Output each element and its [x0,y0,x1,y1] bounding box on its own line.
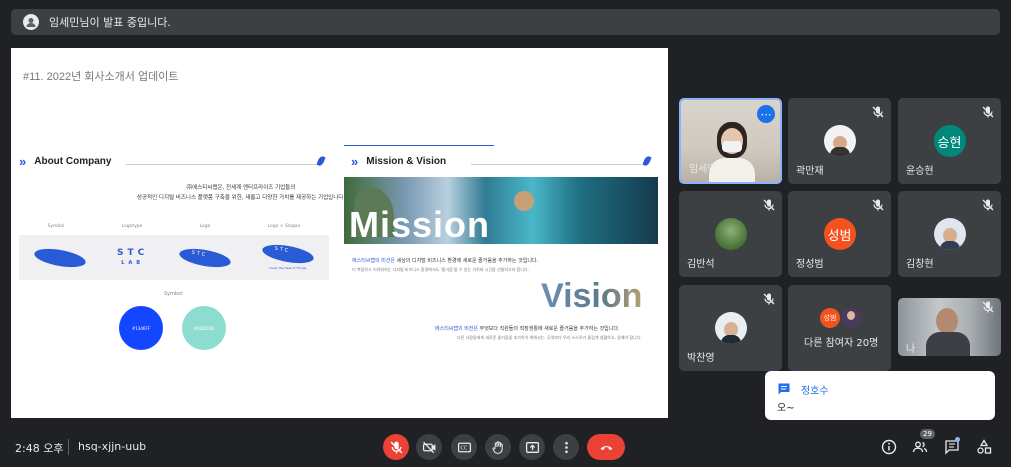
stc-logo-slogan: STC Lively the Heat of Things [260,241,315,270]
meeting-code: hsq-xjjn-uub [78,440,147,453]
mic-off-icon [763,293,775,305]
presenter-avatar [23,14,39,30]
mic-off-icon [982,301,994,313]
people-count-badge: 29 [920,429,935,439]
more-options-button[interactable]: ⋯ [757,105,775,123]
participant-tile[interactable]: 김반석 [679,191,782,277]
logo-strip: STC LAB STC STC Lively the Heat of Thing… [19,235,329,280]
mission-line: 에스티씨랩의 미션은 세상의 디지털 비즈니스 환경에 새로운 즐거움을 추가하… [352,258,539,264]
color-circle-mint: #8DDCD0 [182,306,226,350]
people-icon [912,441,928,453]
raise-hand-button[interactable] [485,434,511,460]
chat-message: 오~ [777,403,795,414]
double-chevron-icon: » [351,154,359,169]
participant-tile[interactable]: ⋯ 임세민 [679,98,782,184]
divider [471,164,641,165]
phone-hangup-icon [600,445,612,450]
mic-off-icon [872,106,884,118]
surfboard-symbol-icon [33,245,88,270]
mic-off-icon [982,106,994,118]
participant-name: 나 [906,344,916,355]
participant-tile[interactable]: 곽만재 [788,98,891,184]
participant-tile[interactable]: 승현 윤승현 [898,98,1001,184]
chat-sender: 정호수 [801,386,829,397]
mic-off-icon [763,199,775,211]
activities-icon [977,439,992,454]
participant-tile-self[interactable]: 나 [898,298,1001,356]
chat-icon [778,383,790,395]
camera-toggle-button[interactable] [416,434,442,460]
mission-heading: » Mission & Vision [351,154,447,169]
more-vertical-icon [564,441,568,453]
mission-subline: 더 복잡하고 어려워지는 디지털 비즈니스 환경에서도 '즐거움'을 수 있는 … [352,267,529,272]
color-circle-blue: #1346FF [119,306,163,350]
presenter-banner: 임세민님이 발표 중입니다. [11,9,1000,35]
face-mask [722,141,742,152]
participant-tile[interactable]: 박찬영 [679,285,782,371]
participant-tile-group[interactable]: 성범 다른 참여자 20명 [788,285,891,371]
divider [126,164,316,165]
hand-icon [492,440,503,454]
more-options-button[interactable] [553,434,579,460]
vision-word: Vision [541,277,643,315]
presentation-slide: #11. 2022년 회사소개서 업데이트 » About Company ㈜에… [11,48,668,418]
mic-off-icon [982,199,994,211]
mic-toggle-button[interactable] [383,434,409,460]
captions-icon: CC [457,442,471,452]
presenter-text: 임세민님이 발표 중입니다. [49,16,171,29]
leaf-mark-icon [642,155,652,167]
participant-name: 정성범 [796,259,824,270]
mic-off-icon [872,199,884,211]
info-icon [881,439,897,455]
participant-tile[interactable]: 성범 정성범 [788,191,891,277]
stc-logo: STC [177,245,232,270]
leaf-mark-icon [316,155,326,167]
end-call-button[interactable] [587,434,625,460]
avatar: 승현 [933,125,966,157]
surfer-figure [514,191,534,211]
vision-subline: 다른 사람들에게 새로운 즐거움을 추가하기 위해서는, 무엇보다 우리 스스로… [457,335,642,340]
meet-window: 임세민님이 발표 중입니다. #11. 2022년 회사소개서 업데이트 » A… [0,0,1011,467]
avatar [714,312,747,344]
symbol-label: Symbol [164,291,183,297]
meeting-details-button[interactable] [879,437,899,457]
avatar [714,218,747,250]
avatar [823,125,856,157]
slide-title: #11. 2022년 회사소개서 업데이트 [23,71,179,83]
participant-name: 김반석 [687,259,715,270]
mission-word: Mission [349,204,491,245]
participant-name: 박찬영 [687,353,715,364]
stc-logotype: STC LAB [117,247,149,266]
present-screen-button[interactable] [519,434,545,460]
camera-off-icon [422,441,435,453]
captions-button[interactable]: CC [451,434,477,460]
logo-headings: Symbol Logotype Logo Logo + Slogan [47,224,301,229]
blue-divider [344,145,494,146]
unread-dot [955,437,960,442]
activities-button[interactable] [974,437,994,457]
avatar [841,308,861,328]
chat-notification[interactable]: 정호수 오~ [765,371,995,420]
present-icon [525,441,539,453]
participant-name: 김창현 [906,259,934,270]
avatar: 성범 [823,218,856,250]
participant-name: 곽만재 [796,166,824,177]
clock: 2:48 오후 [15,442,64,455]
participant-name: 윤승현 [906,166,934,177]
about-heading: » About Company [19,154,112,169]
svg-text:CC: CC [460,445,467,451]
participant-name: 다른 참여자 20명 [804,338,879,349]
divider [68,439,69,455]
people-button[interactable] [910,437,930,457]
vision-line: 에스티씨랩의 비전은 무엇보다 직원들의 직장생활에 새로운 즐거움을 추가하는… [435,326,620,332]
avatar: 성범 [820,308,840,328]
participant-name: 임세민 [689,164,717,175]
mic-off-icon [390,441,402,453]
avatar [933,218,966,250]
double-chevron-icon: » [19,154,27,169]
participant-tile[interactable]: 김창현 [898,191,1001,277]
